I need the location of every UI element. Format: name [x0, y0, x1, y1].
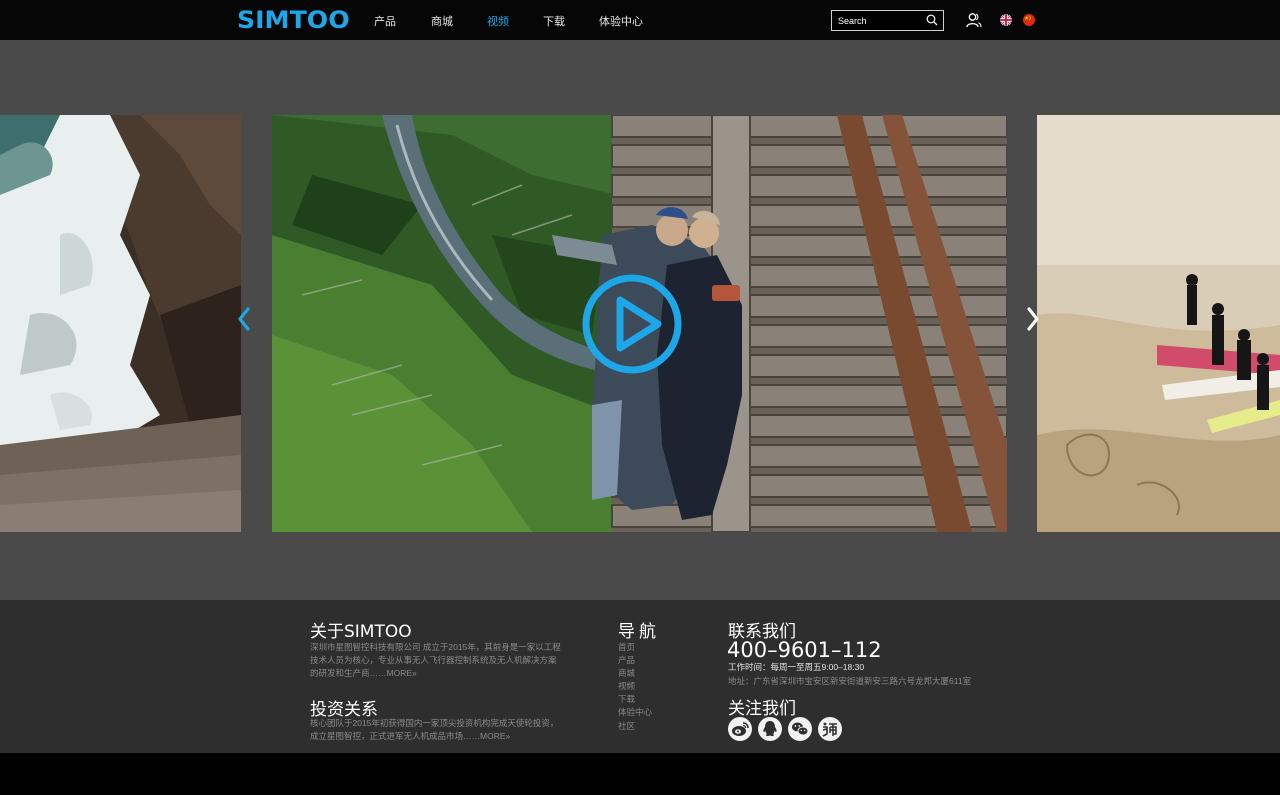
- footer-nav: 首页 产品 商城 视频 下载 体验中心 社区: [618, 641, 652, 733]
- nav-item-experience-center[interactable]: 体验中心: [599, 13, 643, 29]
- investor-relations-text: 核心团队于2015年初获得国内一家顶尖投资机构完成天使轮投资，成立星图智控，正式…: [310, 717, 562, 743]
- footer-nav-experience-center[interactable]: 体验中心: [618, 706, 652, 719]
- wechat-icon[interactable]: [788, 717, 812, 741]
- search-box: [831, 10, 944, 31]
- footer-nav-download[interactable]: 下载: [618, 693, 652, 706]
- chinese-flag-icon[interactable]: [1023, 14, 1035, 26]
- beach-surfers-thumbnail: [1037, 115, 1280, 532]
- nav-item-video[interactable]: 视频: [487, 13, 509, 29]
- main-nav: 产品 商城 视频 下载 体验中心: [374, 13, 643, 29]
- carousel-prev-arrow[interactable]: [236, 306, 252, 332]
- play-video-icon[interactable]: [580, 272, 684, 376]
- nav-item-products[interactable]: 产品: [374, 13, 396, 29]
- weibo-icon[interactable]: [728, 717, 752, 741]
- contact-hours: 工作时间：每周一至周五9:00–18:30: [728, 662, 865, 672]
- contact-address: 地址：广东省深圳市宝安区新安街道新安三路六号龙邦大厦611室: [728, 676, 972, 686]
- carousel-next-arrow[interactable]: [1025, 306, 1041, 332]
- carousel-slide-next[interactable]: [1037, 115, 1280, 532]
- footer-nav-home[interactable]: 首页: [618, 641, 652, 654]
- carousel-slide-previous[interactable]: [0, 115, 241, 532]
- nav-item-download[interactable]: 下载: [543, 13, 565, 29]
- about-text: 深圳市星图智控科技有限公司 成立于2015年，其前身是一家以工程技术人员为核心，…: [310, 641, 562, 680]
- english-flag-icon[interactable]: [1000, 14, 1012, 26]
- about-more-link[interactable]: MORE»: [387, 668, 417, 678]
- taobao-icon[interactable]: [818, 717, 842, 741]
- follow-title: 关注我们: [728, 699, 796, 719]
- bottom-bar: [0, 753, 1280, 795]
- investor-description: 核心团队于2015年初获得国内一家顶尖投资机构完成天使轮投资，成立星图智控，正式…: [310, 718, 559, 741]
- top-navbar: SIMTOO 产品 商城 视频 下载 体验中心: [0, 0, 1280, 40]
- nav-item-store[interactable]: 商城: [431, 13, 453, 29]
- footer-nav-products[interactable]: 产品: [618, 654, 652, 667]
- simtoo-logo[interactable]: SIMTOO: [237, 6, 350, 34]
- footer-nav-title: 导航: [618, 622, 660, 642]
- investor-more-link[interactable]: MORE»: [480, 731, 510, 741]
- about-title: 关于SIMTOO: [310, 622, 412, 642]
- waterfall-thumbnail: [0, 115, 241, 532]
- user-account-icon[interactable]: [966, 12, 982, 28]
- search-icon[interactable]: [926, 14, 938, 26]
- video-carousel: [0, 40, 1280, 600]
- qq-icon[interactable]: [758, 717, 782, 741]
- footer-nav-store[interactable]: 商城: [618, 667, 652, 680]
- contact-phone: 400–9601–112: [727, 638, 882, 662]
- search-input[interactable]: [838, 14, 920, 28]
- footer-nav-video[interactable]: 视频: [618, 680, 652, 693]
- footer-nav-community[interactable]: 社区: [618, 720, 652, 733]
- about-description: 深圳市星图智控科技有限公司 成立于2015年，其前身是一家以工程技术人员为核心，…: [310, 642, 561, 678]
